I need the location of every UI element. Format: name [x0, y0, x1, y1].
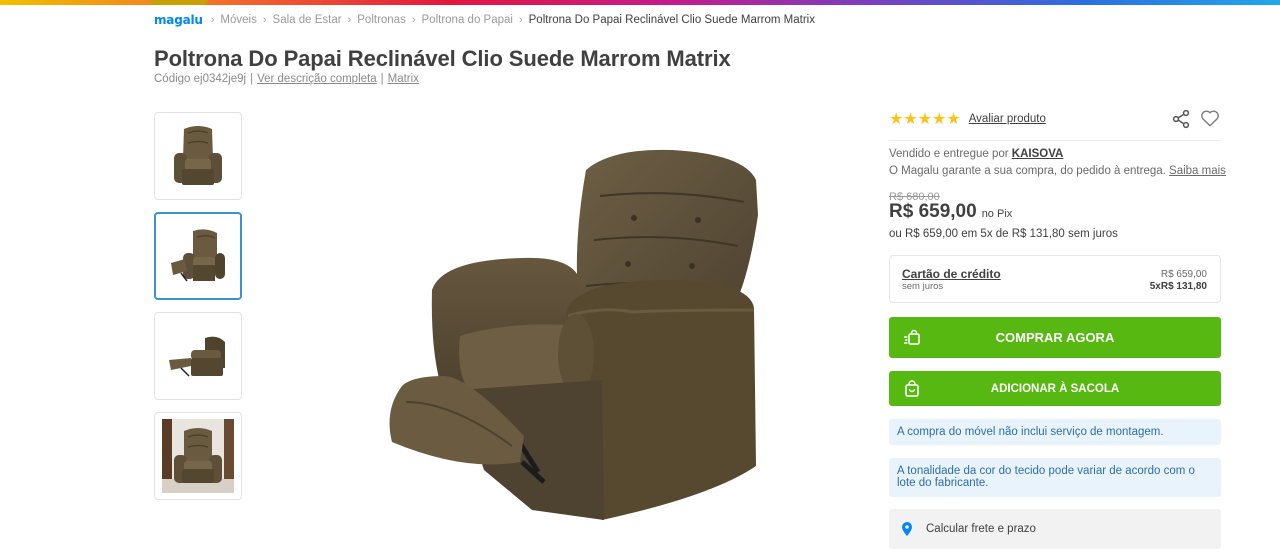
brand-link[interactable]: Matrix	[388, 73, 419, 85]
chair-reclined-image	[171, 229, 225, 282]
buy-now-label: COMPRAR AGORA	[995, 330, 1115, 345]
buy-now-button[interactable]: COMPRAR AGORA	[889, 317, 1221, 358]
credit-card-total: R$ 659,00	[1160, 269, 1207, 280]
seller-name-link[interactable]: KAISOVA	[1012, 148, 1064, 160]
divider	[889, 140, 1221, 141]
current-price: R$ 659,00	[889, 201, 977, 222]
breadcrumb-separator: ›	[411, 14, 416, 26]
seller-prefix: Vendido e entregue por	[889, 148, 1009, 160]
breadcrumb-item-poltrona-do-papai[interactable]: Poltrona do Papai	[422, 14, 513, 26]
product-meta: Código ej0342je9j | Ver descrição completa…	[154, 73, 419, 85]
thumbnail-4[interactable]	[154, 412, 242, 500]
fast-bag-icon	[904, 329, 920, 345]
meta-divider: |	[250, 73, 254, 85]
meta-divider: |	[380, 73, 384, 85]
notice-color-variation: A tonalidade da cor do tecido pode varia…	[889, 458, 1221, 497]
guarantee-text: O Magalu garante a sua compra, do pedido…	[889, 165, 1166, 177]
page-title: Poltrona Do Papai Reclinável Clio Suede …	[154, 46, 731, 71]
breadcrumb-item-sala-de-estar[interactable]: Sala de Estar	[273, 14, 342, 26]
thumbnail-3[interactable]	[154, 312, 242, 400]
product-code: Código ej0342je9j	[154, 73, 247, 85]
breadcrumb-separator: ›	[262, 14, 267, 26]
rating-row: ★★★★★ Avaliar produto	[889, 107, 1221, 129]
description-link[interactable]: Ver descrição completa	[257, 73, 377, 85]
price-row: R$ 659,00 no Pix	[889, 201, 1012, 223]
chair-side-image	[169, 336, 225, 377]
breadcrumb: magalu › Móveis › Sala de Estar › Poltro…	[154, 12, 815, 28]
credit-card-sub: sem juros	[902, 281, 944, 292]
credit-card-label[interactable]: Cartão de crédito	[902, 267, 1001, 281]
shipping-label: Calcular frete e prazo	[926, 523, 1036, 535]
shipping-calculator[interactable]: Calcular frete e prazo	[889, 509, 1221, 549]
share-icon[interactable]	[1171, 109, 1191, 129]
chair-front-image	[174, 126, 222, 185]
room-scene-image	[162, 419, 234, 493]
credit-card-installment: 5xR$ 131,80	[1149, 281, 1207, 292]
notice-assembly: A compra do móvel não inclui serviço de …	[889, 419, 1221, 445]
credit-card-option[interactable]: Cartão de crédito sem juros R$ 659,00 5x…	[889, 255, 1221, 303]
thumbnail-2[interactable]	[154, 212, 242, 300]
breadcrumb-item-moveis[interactable]: Móveis	[220, 14, 256, 26]
rate-product-link[interactable]: Avaliar produto	[969, 113, 1046, 125]
thumbnail-1[interactable]	[154, 112, 242, 200]
breadcrumb-separator: ›	[210, 14, 215, 26]
price-suffix: no Pix	[981, 208, 1013, 220]
heart-icon[interactable]	[1199, 107, 1221, 129]
breadcrumb-separator: ›	[347, 14, 352, 26]
guarantee-info: O Magalu garante a sua compra, do pedido…	[889, 165, 1226, 177]
breadcrumb-separator: ›	[518, 14, 523, 26]
add-to-bag-button[interactable]: ADICIONAR À SACOLA	[889, 371, 1221, 406]
add-to-bag-label: ADICIONAR À SACOLA	[990, 382, 1120, 395]
magalu-logo[interactable]: magalu	[154, 13, 203, 27]
seller-info: Vendido e entregue por KAISOVA	[889, 148, 1063, 160]
rating-stars-icon: ★★★★★	[889, 111, 961, 128]
installments-info: ou R$ 659,00 em 5x de R$ 131,80 sem juro…	[889, 228, 1118, 240]
main-product-image	[389, 149, 758, 520]
top-gradient-bar	[0, 0, 1280, 5]
breadcrumb-current: Poltrona Do Papai Reclinável Clio Suede …	[528, 14, 815, 26]
location-pin-icon	[902, 522, 912, 536]
bag-icon	[905, 379, 919, 397]
header-chip	[150, 0, 208, 5]
learn-more-link[interactable]: Saiba mais	[1169, 165, 1226, 177]
breadcrumb-item-poltronas[interactable]: Poltronas	[357, 14, 406, 26]
